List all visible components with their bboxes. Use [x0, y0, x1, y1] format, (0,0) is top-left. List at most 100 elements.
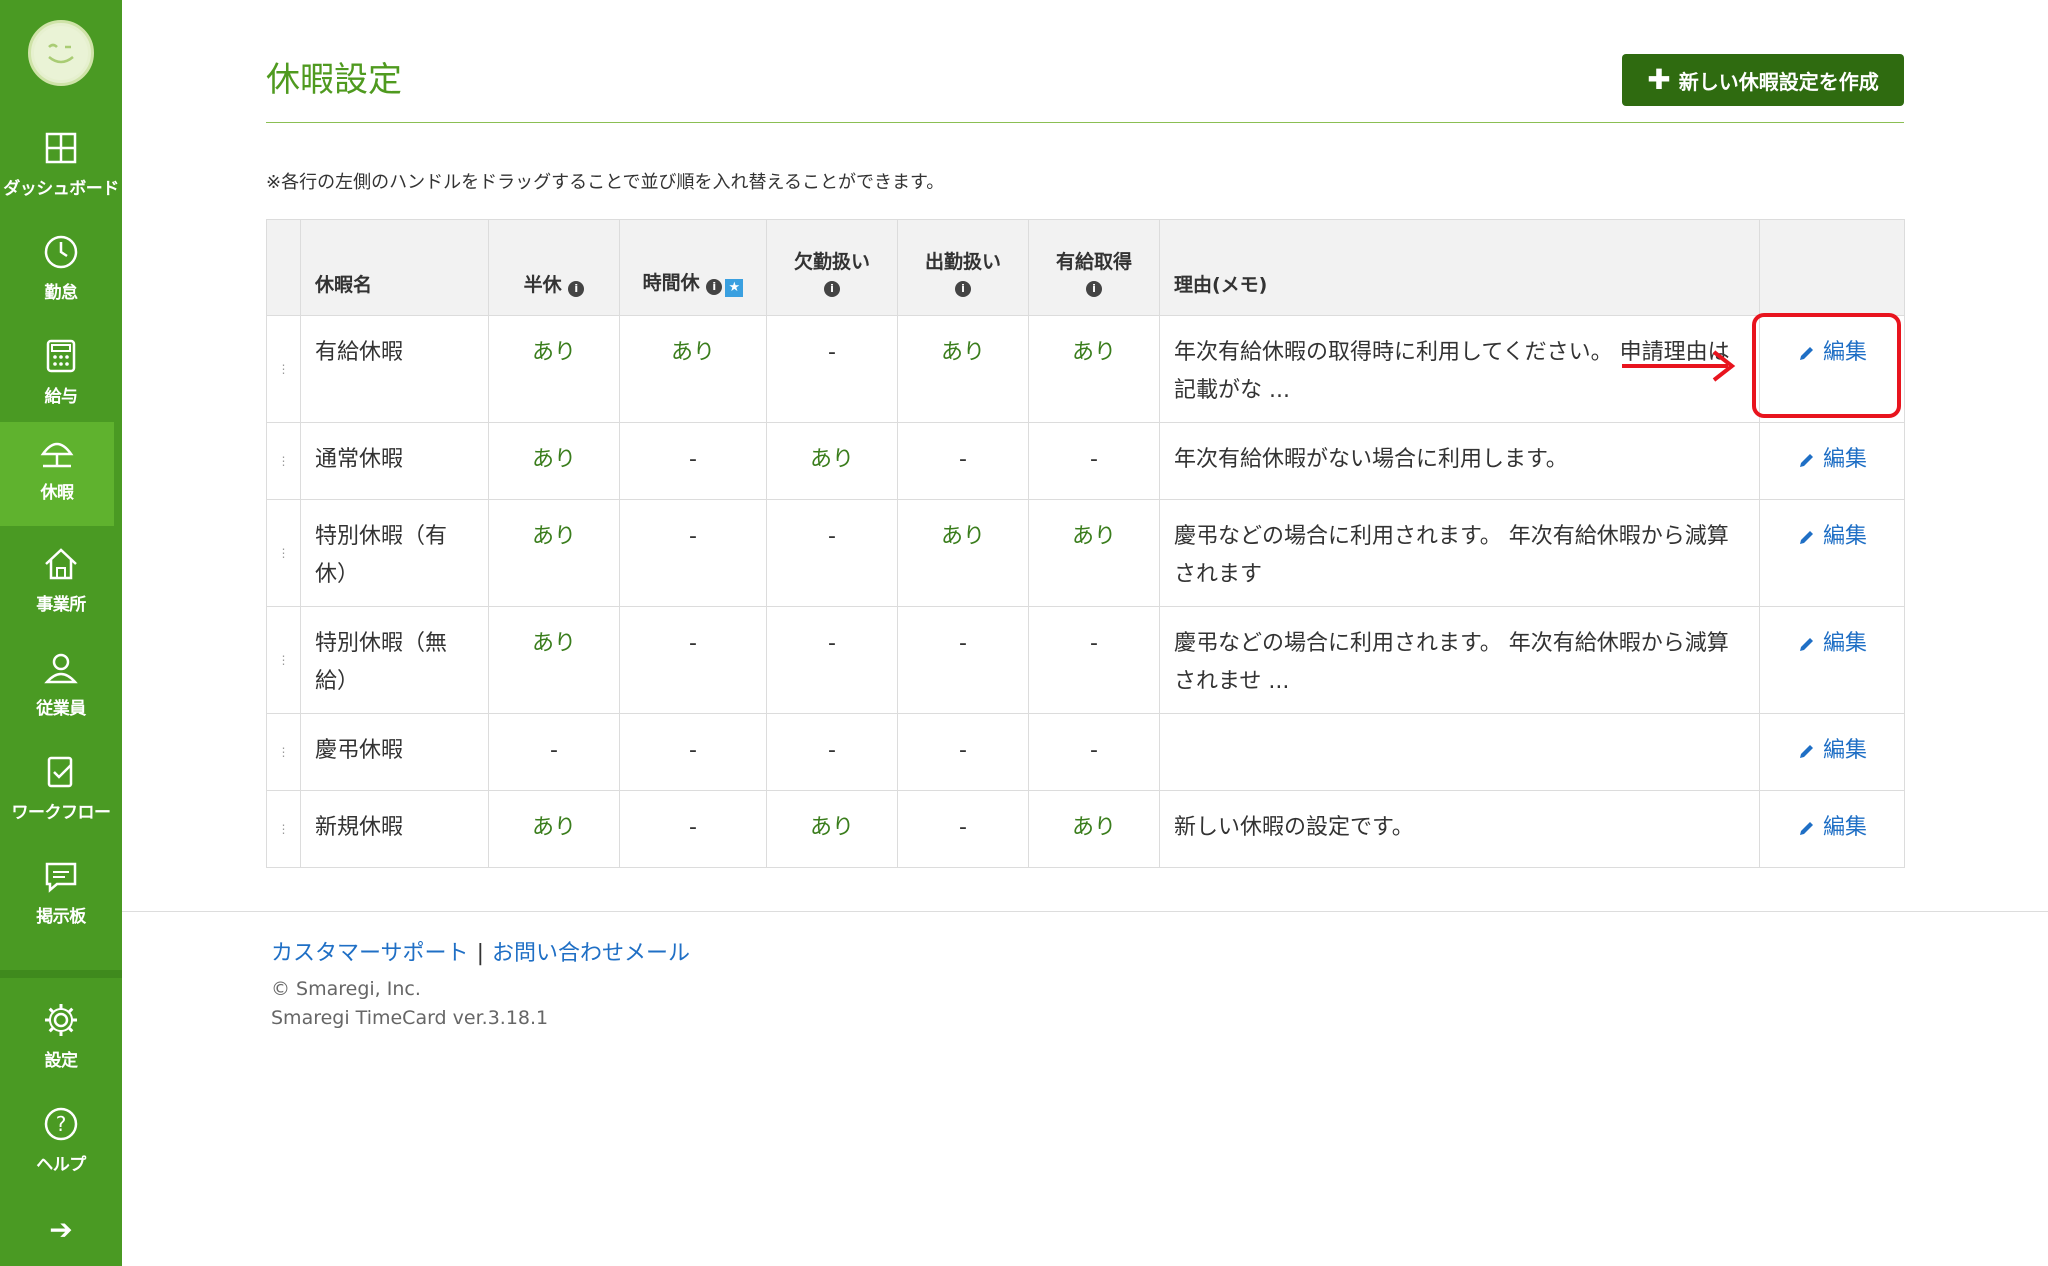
create-button-label: 新しい休暇設定を作成 [1678, 69, 1879, 94]
sidebar-item-label: 事業所 [36, 595, 86, 615]
hourly-value: - [619, 790, 767, 868]
column-header-attendance: 出勤扱い i [897, 219, 1029, 316]
paid-value: あり [1028, 790, 1160, 868]
paid-value: あり [1028, 315, 1160, 423]
edit-button[interactable]: 編集 [1759, 422, 1905, 500]
drag-handle-icon[interactable]: ⋮ [266, 315, 301, 423]
half-day-value: - [488, 713, 620, 791]
hourly-value: あり [619, 315, 767, 423]
half-day-value: あり [488, 606, 620, 714]
question-icon: ? [44, 1107, 78, 1141]
table-row: ⋮ 新規休暇 あり - あり - あり 新しい休暇の設定です。 編集 [266, 790, 1905, 868]
column-header-memo: 理由(メモ) [1159, 219, 1760, 316]
clipboard-check-icon [47, 756, 73, 788]
drag-handle-icon[interactable]: ⋮ [266, 713, 301, 791]
column-header-name: 休暇名 [300, 219, 489, 316]
footer-links: カスタマーサポート | お問い合わせメール [271, 935, 690, 967]
smiley-logo-icon [34, 26, 88, 80]
drag-handle-icon[interactable]: ⋮ [266, 499, 301, 607]
sidebar-item-label: 掲示板 [36, 907, 86, 927]
info-icon[interactable]: i [824, 281, 840, 297]
attendance-value: - [897, 790, 1029, 868]
memo-value: 慶弔などの場合に利用されます。 年次有給休暇から減算されませ ... [1159, 606, 1760, 714]
home-icon [45, 548, 77, 580]
absence-value: - [766, 713, 898, 791]
sidebar-item-label: 給与 [44, 387, 79, 407]
star-badge-icon: ★ [725, 279, 744, 297]
create-leave-setting-button[interactable]: ✚ 新しい休暇設定を作成 [1622, 54, 1904, 106]
edit-button[interactable]: 編集 [1759, 606, 1905, 714]
message-icon [45, 862, 77, 893]
sidebar-item-label: 休暇 [40, 483, 75, 503]
contact-mail-link[interactable]: お問い合わせメール [492, 941, 690, 966]
title-divider [266, 122, 1904, 123]
attendance-value: - [897, 606, 1029, 714]
edit-button[interactable]: 編集 [1759, 713, 1905, 791]
hourly-value: - [619, 713, 767, 791]
half-day-value: あり [488, 315, 620, 423]
info-icon[interactable]: i [1086, 281, 1102, 297]
column-header-hourly: 時間休 i ★ [619, 219, 767, 316]
hourly-value: - [619, 606, 767, 714]
dashboard-icon [45, 132, 77, 164]
leave-name: 通常休暇 [300, 422, 489, 500]
memo-value: 新しい休暇の設定です。 [1159, 790, 1760, 868]
clock-icon [44, 235, 78, 269]
edit-button[interactable]: 編集 [1759, 790, 1905, 868]
paid-value: あり [1028, 499, 1160, 607]
sidebar-item-label: 設定 [44, 1051, 79, 1071]
info-icon[interactable]: i [706, 279, 723, 295]
edit-button[interactable]: 編集 [1759, 315, 1905, 423]
footer-separator: | [476, 941, 484, 966]
sidebar-item-workflow[interactable]: ワークフロー [0, 742, 122, 846]
absence-value: あり [766, 422, 898, 500]
table-row: ⋮ 特別休暇（無給） あり - - - - 慶弔などの場合に利用されます。 年次… [266, 606, 1905, 714]
sidebar-item-dashboard[interactable]: ダッシュボード [0, 118, 122, 222]
sidebar-item-board[interactable]: 掲示板 [0, 846, 122, 950]
pencil-icon [1799, 347, 1813, 360]
half-day-value: あり [488, 422, 620, 500]
sidebar-item-settings[interactable]: 設定 [0, 990, 122, 1094]
sidebar-item-attendance[interactable]: 勤怠 [0, 222, 122, 326]
absence-value: - [766, 499, 898, 607]
info-icon[interactable]: i [568, 281, 585, 297]
sidebar-item-label: 従業員 [36, 699, 86, 719]
memo-value [1159, 713, 1760, 791]
memo-value: 年次有給休暇がない場合に利用します。 [1159, 422, 1760, 500]
umbrella-icon [40, 442, 74, 468]
sidebar-item-employees[interactable]: 従業員 [0, 638, 122, 742]
customer-support-link[interactable]: カスタマーサポート [271, 941, 469, 966]
edit-button[interactable]: 編集 [1759, 499, 1905, 607]
handle-header [266, 219, 301, 316]
absence-value: あり [766, 790, 898, 868]
pencil-icon [1799, 531, 1813, 544]
absence-value: - [766, 315, 898, 423]
gear-icon [45, 1004, 77, 1036]
drag-handle-icon[interactable]: ⋮ [266, 422, 301, 500]
sidebar-item-payroll[interactable]: 給与 [0, 326, 122, 430]
sidebar-item-help[interactable]: ? ヘルプ [0, 1094, 122, 1198]
plus-icon: ✚ [1647, 63, 1671, 96]
sidebar-item-leave[interactable]: 休暇 [0, 422, 114, 526]
table-row: ⋮ 特別休暇（有休） あり - - あり あり 慶弔などの場合に利用されます。 … [266, 499, 1905, 607]
attendance-value: - [897, 422, 1029, 500]
column-header-half: 半休 i [488, 219, 620, 316]
memo-value: 慶弔などの場合に利用されます。 年次有給休暇から減算されます [1159, 499, 1760, 607]
table-row: ⋮ 慶弔休暇 - - - - - 編集 [266, 713, 1905, 791]
pencil-icon [1799, 638, 1813, 651]
info-icon[interactable]: i [955, 281, 971, 297]
sidebar-item-office[interactable]: 事業所 [0, 534, 122, 638]
person-icon [44, 653, 78, 684]
paid-value: - [1028, 422, 1160, 500]
drag-handle-icon[interactable]: ⋮ [266, 790, 301, 868]
sidebar-divider [0, 970, 122, 978]
pencil-icon [1799, 745, 1813, 758]
svg-text:?: ? [56, 1112, 67, 1136]
column-header-paid: 有給取得 i [1028, 219, 1160, 316]
leave-name: 新規休暇 [300, 790, 489, 868]
attendance-value: あり [897, 315, 1029, 423]
logo-avatar[interactable] [28, 20, 94, 86]
drag-handle-icon[interactable]: ⋮ [266, 606, 301, 714]
arrow-right-icon[interactable]: ➔ [0, 1200, 122, 1260]
leave-name: 有給休暇 [300, 315, 489, 423]
